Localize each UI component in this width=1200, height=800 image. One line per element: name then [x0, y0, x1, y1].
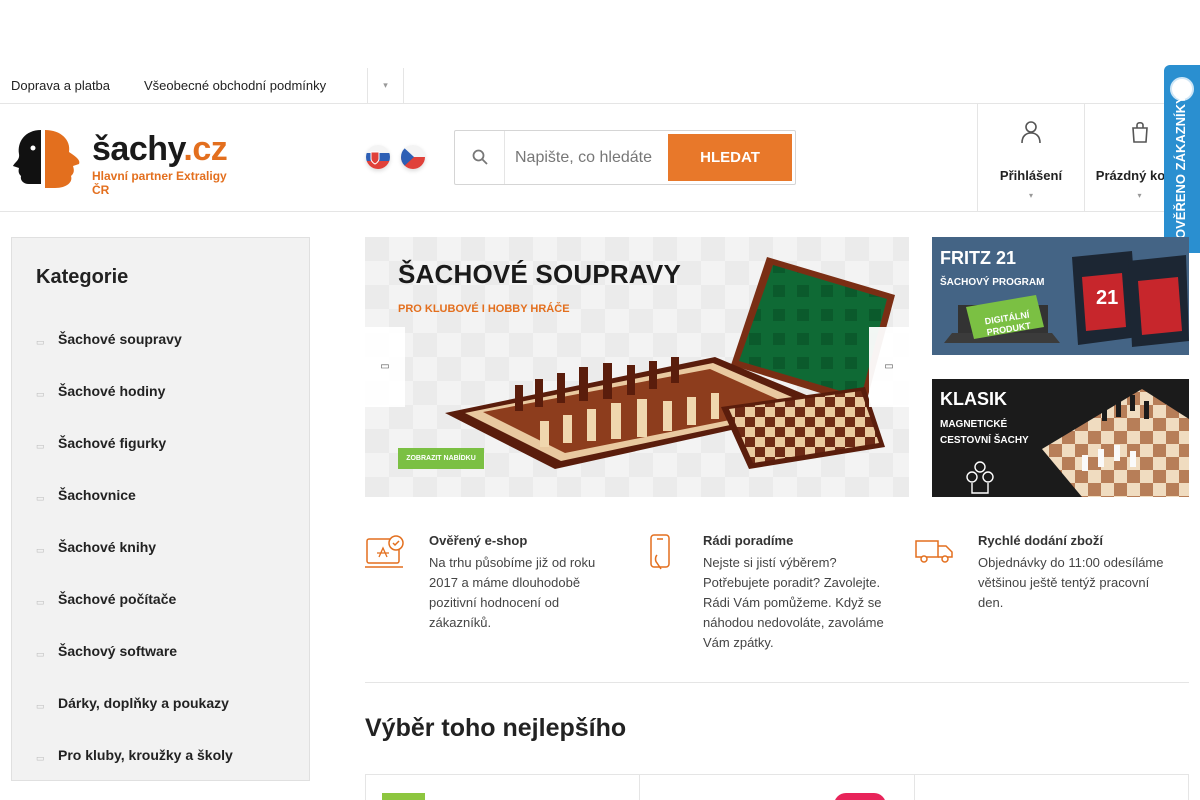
sidebar-item-sachove-figurky[interactable]: ▭ Šachové figurky [12, 435, 309, 487]
logo-tagline: Hlavní partner Extraligy ČR [92, 169, 227, 197]
feature-text: Objednávky do 11:00 odesíláme většinou j… [978, 555, 1164, 610]
feature-title: Ověřený e-shop [429, 533, 528, 548]
feature-title: Rychlé dodání zboží [978, 533, 1103, 548]
bullet-icon: ▭ [36, 337, 45, 347]
verified-shop-icon [365, 535, 404, 568]
login-label: Přihlášení [999, 168, 1063, 183]
search-button[interactable]: HLEDAT [668, 134, 792, 181]
main-banner-slider[interactable]: ŠACHOVÉ SOUPRAVY PRO KLUBOVÉ I HOBBY HRÁ… [365, 237, 909, 497]
feature-text: Nejste si jistí výběrem? Potřebujete por… [703, 555, 884, 650]
klasik-title: KLASIK [940, 389, 1007, 409]
sidebar-item-darky-doplnky[interactable]: ▭ Dárky, doplňky a poukazy [12, 695, 309, 747]
sidebar-item-sachove-pocitace[interactable]: ▭ Šachové počítače [12, 591, 309, 643]
slider-next-arrow-icon[interactable]: ▭ [869, 327, 909, 407]
card-divider [914, 775, 915, 800]
banner-title: ŠACHOVÉ SOUPRAVY [398, 259, 681, 289]
sidebar-item-sachove-hodiny[interactable]: ▭ Šachové hodiny [12, 383, 309, 435]
klasik-line1: MAGNETICKÉ [940, 419, 1008, 430]
shipping-link[interactable]: Doprava a platba [11, 78, 110, 93]
user-icon [978, 120, 1084, 150]
fritz-21-banner[interactable]: FRITZ 21 ŠACHOVÝ PROGRAM DIGITÁLNÍ PRODU… [932, 237, 1189, 355]
banner-subtitle: PRO KLUBOVÉ I HOBBY HRÁČE [398, 303, 570, 315]
product-cards-row [365, 774, 1189, 800]
search-bar: HLEDAT [454, 130, 796, 185]
klasik-banner[interactable]: KLASIK MAGNETICKÉ CESTOVNÍ ŠACHY [932, 379, 1189, 497]
fritz-subtitle: ŠACHOVÝ PROGRAM [940, 277, 1045, 288]
verified-by-customers-badge[interactable]: OVĚŘENO ZÁKAZNÍKY [1164, 65, 1200, 253]
klasik-line2: CESTOVNÍ ŠACHY [940, 435, 1029, 446]
category-sidebar: Kategorie ▭ Šachové soupravy ▭ Šachové hod… [11, 237, 310, 781]
sidebar-item-sachove-soupravy[interactable]: ▭ Šachové soupravy [12, 331, 309, 383]
top-links-bar: Doprava a platba Všeobecné obchodní podm… [0, 68, 1200, 104]
slider-prev-arrow-icon[interactable]: ▭ [365, 327, 405, 407]
search-input[interactable] [515, 145, 665, 171]
phone-help-icon [650, 534, 670, 570]
terms-link[interactable]: Všeobecné obchodní podmínky [144, 78, 326, 93]
sidebar-item-sachovy-software[interactable]: ▭ Šachový software [12, 643, 309, 695]
logo-text: šachy.cz [92, 130, 228, 168]
sidebar-item-sachovnice[interactable]: ▭ Šachovnice [12, 487, 309, 539]
sidebar-title: Kategorie [36, 266, 129, 288]
flag-slovakia-icon[interactable] [366, 145, 390, 169]
section-title: Výběr toho nejlepšího [365, 714, 627, 742]
verified-badge-text: OVĚŘENO ZÁKAZNÍKY [1173, 95, 1188, 239]
search-icon[interactable] [455, 131, 505, 184]
sidebar-item-pro-kluby[interactable]: ▭ Pro kluby, kroužky a školy [12, 747, 309, 799]
logo-chess-heads-icon [13, 130, 80, 188]
sidebar-item-sachove-knihy[interactable]: ▭ Šachové knihy [12, 539, 309, 591]
bullet-icon: ▭ [36, 545, 45, 555]
section-divider [365, 682, 1189, 683]
site-header: šachy.cz Hlavní partner Extraligy ČR HLE… [0, 104, 1200, 212]
site-logo[interactable]: šachy.cz Hlavní partner Extraligy ČR [11, 128, 241, 197]
banner-cta-button[interactable]: ZOBRAZIT NABÍDKU [398, 448, 484, 469]
login-chevron-down-icon: ▾ [1028, 191, 1033, 200]
bullet-icon: ▭ [36, 649, 45, 659]
bullet-icon: ▭ [36, 441, 45, 451]
bullet-icon: ▭ [36, 597, 45, 607]
product-label-badge [382, 793, 425, 800]
login-button[interactable]: Přihlášení ▾ [977, 104, 1084, 212]
bullet-icon: ▭ [36, 753, 45, 763]
bullet-icon: ▭ [36, 389, 45, 399]
flag-czech-icon[interactable] [401, 145, 425, 169]
fritz-box-number: 21 [1096, 287, 1119, 309]
bullet-icon: ▭ [36, 493, 45, 503]
bullet-icon: ▭ [36, 701, 45, 711]
card-divider [639, 775, 640, 800]
product-discount-badge [834, 793, 886, 800]
fritz-title: FRITZ 21 [940, 248, 1017, 268]
delivery-truck-icon [915, 540, 953, 563]
feature-text: Na trhu působíme již od roku 2017 a máme… [429, 555, 596, 630]
feature-title: Rádi poradíme [703, 533, 794, 548]
more-links-chevron-icon[interactable]: ▾ [367, 68, 404, 103]
